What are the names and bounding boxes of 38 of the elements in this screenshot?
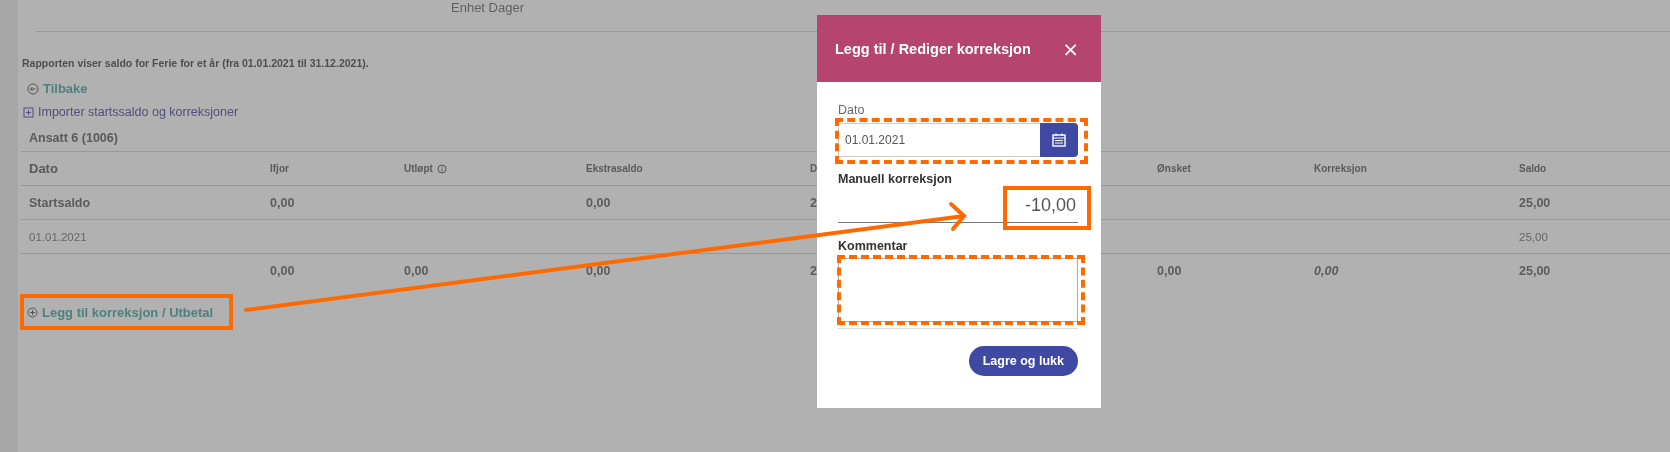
column-header: Ekstrasaldo — [586, 163, 643, 174]
table-cell: 2 — [810, 195, 817, 210]
table-cell: 25,00 — [1519, 195, 1551, 210]
report-text: Rapporten viser saldo for Ferie for et år (fra 01.01.2021 til 31.12.2021). — [21, 57, 370, 69]
unit-label: Enhet Dager — [450, 0, 525, 16]
field-label: Dato — [838, 103, 866, 117]
column-header: D — [810, 163, 818, 174]
table-cell: 01.01.2021 — [29, 230, 87, 243]
table-cell: 2 — [810, 263, 817, 278]
table-cell: Startsaldo — [29, 195, 91, 210]
date-field[interactable]: 01.01.2021 — [838, 123, 1040, 157]
table-cell: 25,00 — [1519, 263, 1551, 278]
column-header: Utløpt — [404, 163, 447, 174]
column-header: Saldo — [1519, 163, 1547, 174]
table-cell: 0,00 — [1157, 263, 1182, 278]
calendar-icon — [1052, 133, 1066, 147]
employee-name: Ansatt 6 (1006) — [29, 131, 118, 145]
import-link[interactable]: Importer startssaldo og korreksjoner — [23, 105, 239, 119]
column-header: Ønsket — [1157, 163, 1191, 174]
table-cell: 0,00 — [270, 263, 295, 278]
info-icon — [436, 163, 447, 174]
table-cell: 0,00 — [1314, 263, 1339, 278]
close-button[interactable]: × — [1058, 36, 1083, 61]
column-header: Korreksjon — [1314, 163, 1367, 174]
save-button[interactable]: Lagre og lukk — [968, 346, 1078, 376]
table-cell: 0,00 — [270, 195, 295, 210]
plus-circle-icon — [27, 307, 38, 318]
dialog-title: Legg til / Rediger korreksjon — [835, 40, 1031, 57]
table-cell: 0,00 — [586, 263, 611, 278]
calendar-button[interactable] — [1040, 123, 1078, 157]
table-cell: 0,00 — [404, 263, 429, 278]
plus-square-icon — [23, 106, 34, 118]
table-cell: 25,00 — [1519, 230, 1548, 243]
column-header: Dato — [29, 161, 58, 176]
field-label: Kommentar — [838, 239, 909, 253]
field-label: Manuell korreksjon — [838, 172, 953, 186]
column-header: Ifjor — [270, 163, 289, 174]
table-cell: 0,00 — [586, 195, 611, 210]
